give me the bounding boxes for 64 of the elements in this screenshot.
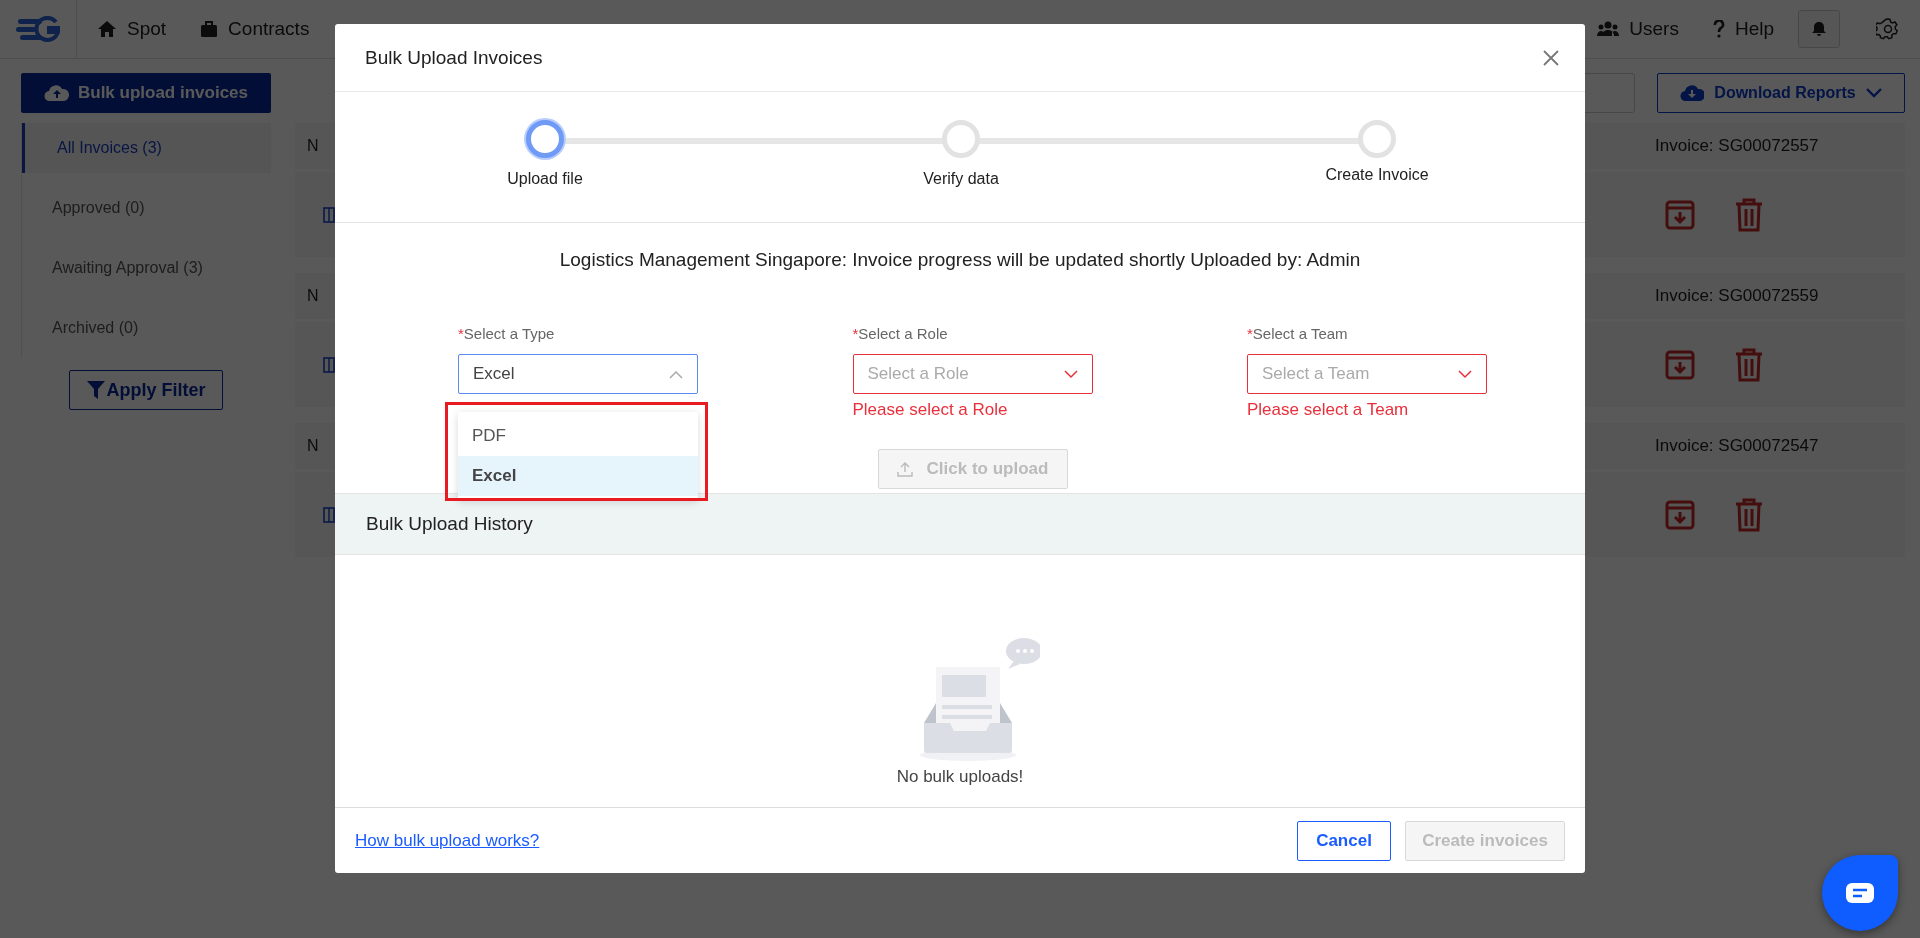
archive-icon[interactable] [1665,199,1695,230]
invoice-number: Invoice: SG00072559 [1655,286,1820,306]
archive-icon[interactable] [1665,499,1695,530]
users-icon [1597,21,1620,37]
field-label: *Select a Role [852,325,949,342]
table-header: N [307,137,319,155]
apply-filter-button[interactable]: Apply Filter [69,370,223,410]
document-icon[interactable] [323,356,335,373]
archive-icon[interactable] [1665,349,1695,380]
caret-up-icon [669,369,683,379]
filter-item[interactable]: Archived (0) [22,298,271,358]
filter-item[interactable]: Approved (0) [22,178,271,238]
dialog-title: Bulk Upload Invoices [365,46,543,69]
invoice-number: Invoice: SG00072547 [1655,436,1820,456]
select-field[interactable]: Select a Team [1247,354,1487,394]
how-it-works-link[interactable]: How bulk upload works? [355,830,540,851]
bulk-upload-button[interactable]: Bulk upload invoices [21,73,271,113]
cloud-upload-icon [43,84,70,102]
document-icon[interactable] [323,506,335,523]
help-icon [1712,20,1725,38]
section-title: Bulk Upload History [366,513,533,535]
nav-link[interactable]: Contracts [200,18,310,40]
bell-icon [1812,21,1826,37]
dropdown-option[interactable]: Excel [458,456,698,496]
notification-button[interactable] [1798,10,1840,48]
chat-icon [1845,881,1875,905]
empty-state-text: No bulk uploads! [896,767,1024,787]
invoice-number: Invoice: SG00072557 [1655,136,1820,156]
step-label: Upload file [507,170,583,188]
document-icon[interactable] [323,206,335,223]
chevron-down-icon [1865,88,1882,98]
download-reports-button[interactable]: Download Reports [1657,73,1905,113]
info-text: Logistics Management Singapore: Invoice progress will be updated shortly Uploaded by: Admin [558,249,1362,271]
briefcase-icon [200,20,219,38]
upload-icon [896,461,913,477]
close-button[interactable] [1541,47,1561,68]
delete-icon[interactable] [1735,197,1763,232]
field-label: *Select a Type [458,325,556,342]
select-field[interactable]: Excel [458,354,698,394]
table-header: N [307,287,319,305]
close-icon [1543,49,1559,66]
cloud-download-icon [1680,84,1705,102]
step-label: Verify data [923,170,999,188]
home-icon [97,20,117,38]
table-header: N [307,437,319,455]
field-label: *Select a Team [1247,325,1349,342]
delete-icon[interactable] [1735,347,1763,382]
caret-down-icon [1063,369,1078,379]
dropdown-option[interactable]: PDF [458,416,698,456]
step-label: Create Invoice [1325,166,1429,184]
delete-icon[interactable] [1735,497,1763,532]
caret-down-icon [1458,369,1472,379]
filter-icon [86,380,107,400]
filter-item[interactable]: Awaiting Approval (3) [22,238,271,298]
nav-link[interactable]: Users [1597,18,1679,40]
nav-link[interactable]: Help [1712,18,1774,40]
error-message: Please select a Role [852,400,1009,420]
cancel-button[interactable]: Cancel [1297,820,1391,861]
settings-icon[interactable] [1876,17,1900,41]
select-field[interactable]: Select a Role [852,354,1093,394]
error-message: Please select a Team [1247,400,1410,420]
nav-link[interactable]: Spot [97,18,167,40]
filter-item[interactable]: All Invoices (3) [22,123,271,173]
chat-button[interactable] [1822,855,1898,931]
